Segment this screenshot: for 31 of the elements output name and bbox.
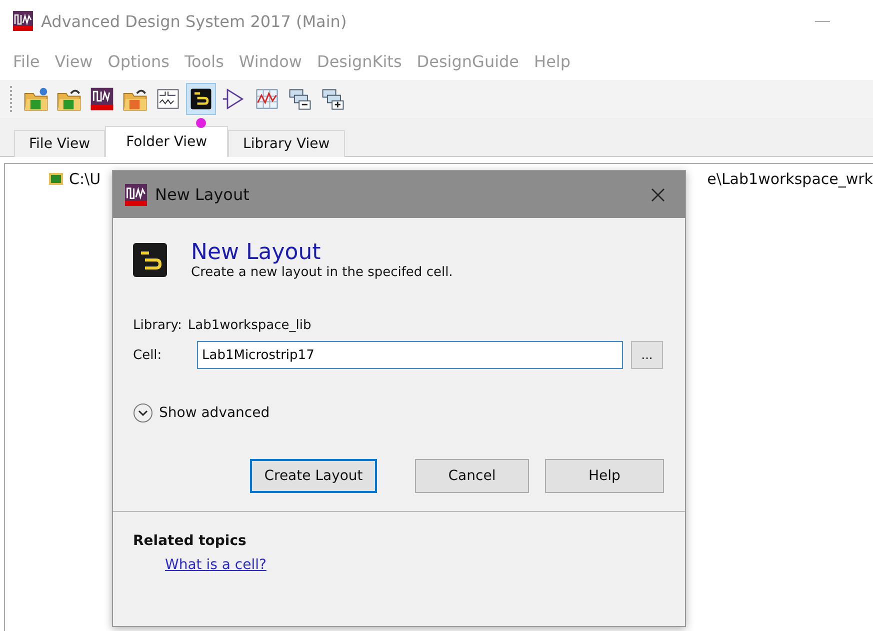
close-icon[interactable] <box>651 188 665 202</box>
app-logo-icon <box>89 86 115 112</box>
library-value: Lab1workspace_lib <box>188 318 312 333</box>
toolbar-button[interactable] <box>186 83 216 115</box>
workspace-icon <box>49 173 63 185</box>
library-label: Library: <box>133 318 182 333</box>
window-title: Advanced Design System 2017 (Main) <box>41 12 347 30</box>
expand-chevron-icon[interactable] <box>133 403 153 423</box>
related-topics-heading: Related topics <box>133 533 246 549</box>
folder-icon <box>23 86 49 112</box>
toolbar-grip <box>10 86 14 112</box>
tree-item-label[interactable]: C:\U <box>69 170 101 188</box>
dialog-button[interactable]: Create Layout <box>250 459 377 493</box>
browse-button[interactable]: ... <box>631 341 663 369</box>
tab[interactable]: File View <box>14 130 106 157</box>
dialog-title: New Layout <box>155 185 250 204</box>
help-link[interactable]: What is a cell? <box>165 557 266 573</box>
layout-icon <box>133 243 167 277</box>
dialog-button[interactable]: Cancel <box>415 459 529 493</box>
cell-input-field[interactable]: Lab1Microstrip17 <box>197 341 623 369</box>
tree-item-label[interactable]: e\Lab1workspace_wrk <box>707 170 873 188</box>
cell-label: Cell: <box>133 348 163 362</box>
app-logo-icon <box>13 11 33 31</box>
app-logo-icon <box>125 184 147 206</box>
layout-icon <box>188 86 214 112</box>
tab[interactable]: Library View <box>228 130 345 157</box>
dialog-button[interactable]: Help <box>545 459 664 493</box>
tab[interactable]: Folder View <box>105 126 228 157</box>
show-advanced-label[interactable]: Show advanced <box>159 405 270 421</box>
dialog-description: Create a new layout in the specifed cell. <box>191 265 453 280</box>
dialog-heading: New Layout <box>191 240 322 265</box>
